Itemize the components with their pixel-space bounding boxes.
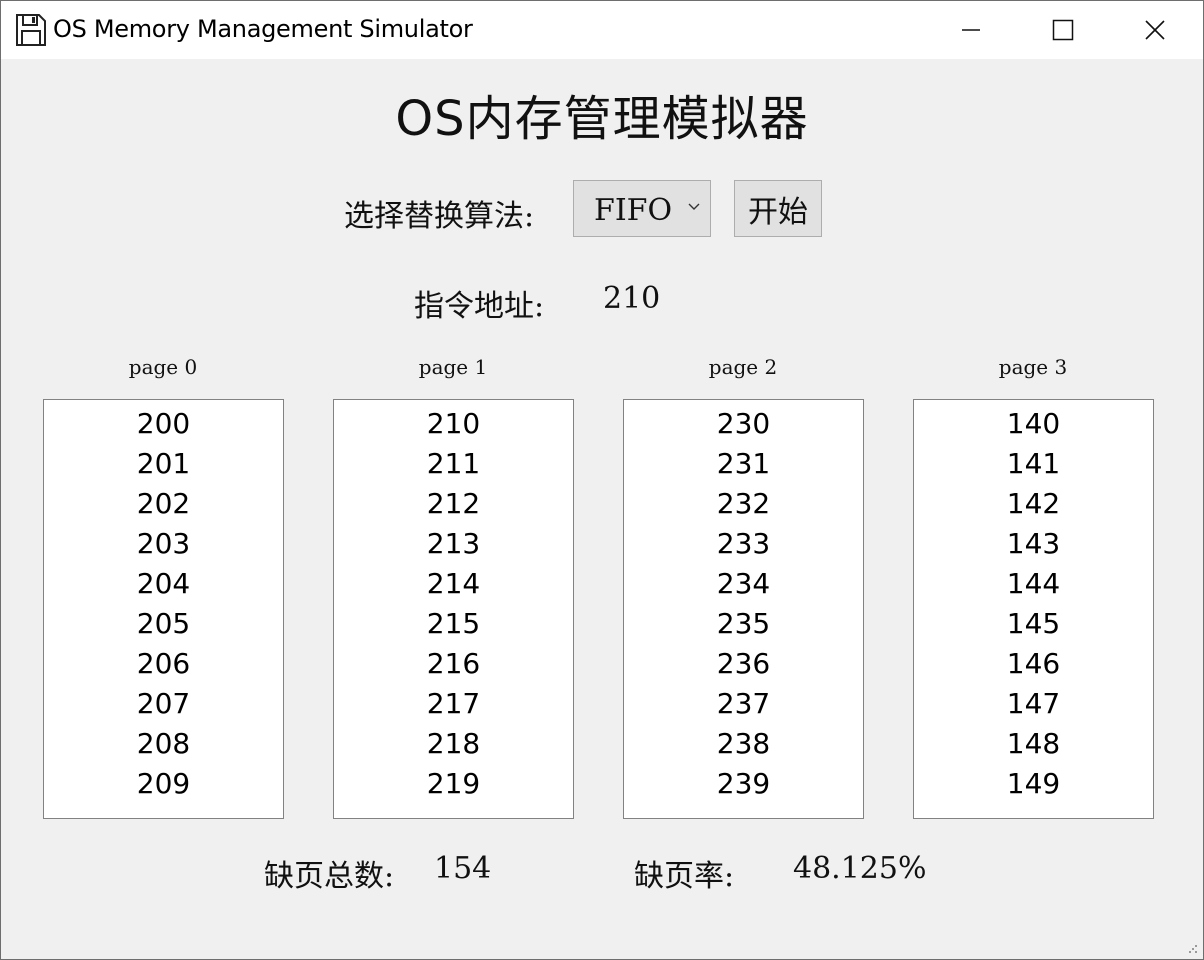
list-item[interactable]: 232 [624,484,863,524]
page-title: OS内存管理模拟器 [395,91,809,147]
list-item[interactable]: 201 [44,444,283,484]
start-button[interactable]: 开始 [734,180,822,237]
page-0-title: page 0 [128,355,198,379]
list-item[interactable]: 207 [44,684,283,724]
list-item[interactable]: 202 [44,484,283,524]
list-item[interactable]: 142 [914,484,1153,524]
page-1-title: page 1 [418,355,488,379]
title-bar[interactable]: OS Memory Management Simulator [1,1,1203,59]
algorithm-selected-value: FIFO [594,193,673,228]
list-item[interactable]: 149 [914,764,1153,804]
close-button[interactable] [1109,1,1201,59]
list-item[interactable]: 236 [624,644,863,684]
fault-total-value: 154 [434,851,492,886]
list-item[interactable]: 218 [334,724,573,764]
resize-grip-icon[interactable] [1187,943,1199,955]
app-window: OS Memory Management Simulator OS内存管理模拟器… [0,0,1204,960]
list-item[interactable]: 205 [44,604,283,644]
list-item[interactable]: 238 [624,724,863,764]
algorithm-select[interactable]: FIFO [573,180,711,237]
list-item[interactable]: 211 [334,444,573,484]
list-item[interactable]: 239 [624,764,863,804]
instruction-address-value: 210 [603,281,661,316]
maximize-button[interactable] [1017,1,1109,59]
list-item[interactable]: 203 [44,524,283,564]
list-item[interactable]: 148 [914,724,1153,764]
fault-rate-label: 缺页率: [634,859,735,894]
list-item[interactable]: 216 [334,644,573,684]
list-item[interactable]: 208 [44,724,283,764]
minimize-icon [962,29,980,31]
list-item[interactable]: 200 [44,404,283,444]
chevron-down-icon [688,203,700,210]
list-item[interactable]: 214 [334,564,573,604]
list-item[interactable]: 233 [624,524,863,564]
list-item[interactable]: 230 [624,404,863,444]
list-item[interactable]: 143 [914,524,1153,564]
list-item[interactable]: 215 [334,604,573,644]
maximize-icon [1052,19,1074,41]
minimize-button[interactable] [925,1,1017,59]
list-item[interactable]: 235 [624,604,863,644]
list-item[interactable]: 209 [44,764,283,804]
fault-total-label: 缺页总数: [264,859,395,894]
floppy-disk-icon [16,14,46,46]
page-0-list[interactable]: 200 201 202 203 204 205 206 207 208 209 [43,399,284,819]
instruction-address-label: 指令地址: [414,289,545,324]
window-title: OS Memory Management Simulator [53,15,473,43]
list-item[interactable]: 212 [334,484,573,524]
list-item[interactable]: 206 [44,644,283,684]
algorithm-label: 选择替换算法: [344,199,535,234]
page-2-list[interactable]: 230 231 232 233 234 235 236 237 238 239 [623,399,864,819]
list-item[interactable]: 141 [914,444,1153,484]
close-icon [1145,20,1165,40]
list-item[interactable]: 145 [914,604,1153,644]
page-1-list[interactable]: 210 211 212 213 214 215 216 217 218 219 [333,399,574,819]
page-2-title: page 2 [708,355,778,379]
list-item[interactable]: 147 [914,684,1153,724]
fault-rate-value: 48.125% [793,851,927,886]
list-item[interactable]: 231 [624,444,863,484]
list-item[interactable]: 217 [334,684,573,724]
page-3-title: page 3 [998,355,1068,379]
page-3-list[interactable]: 140 141 142 143 144 145 146 147 148 149 [913,399,1154,819]
list-item[interactable]: 213 [334,524,573,564]
list-item[interactable]: 210 [334,404,573,444]
list-item[interactable]: 146 [914,644,1153,684]
list-item[interactable]: 144 [914,564,1153,604]
list-item[interactable]: 219 [334,764,573,804]
list-item[interactable]: 234 [624,564,863,604]
list-item[interactable]: 140 [914,404,1153,444]
list-item[interactable]: 204 [44,564,283,604]
list-item[interactable]: 237 [624,684,863,724]
